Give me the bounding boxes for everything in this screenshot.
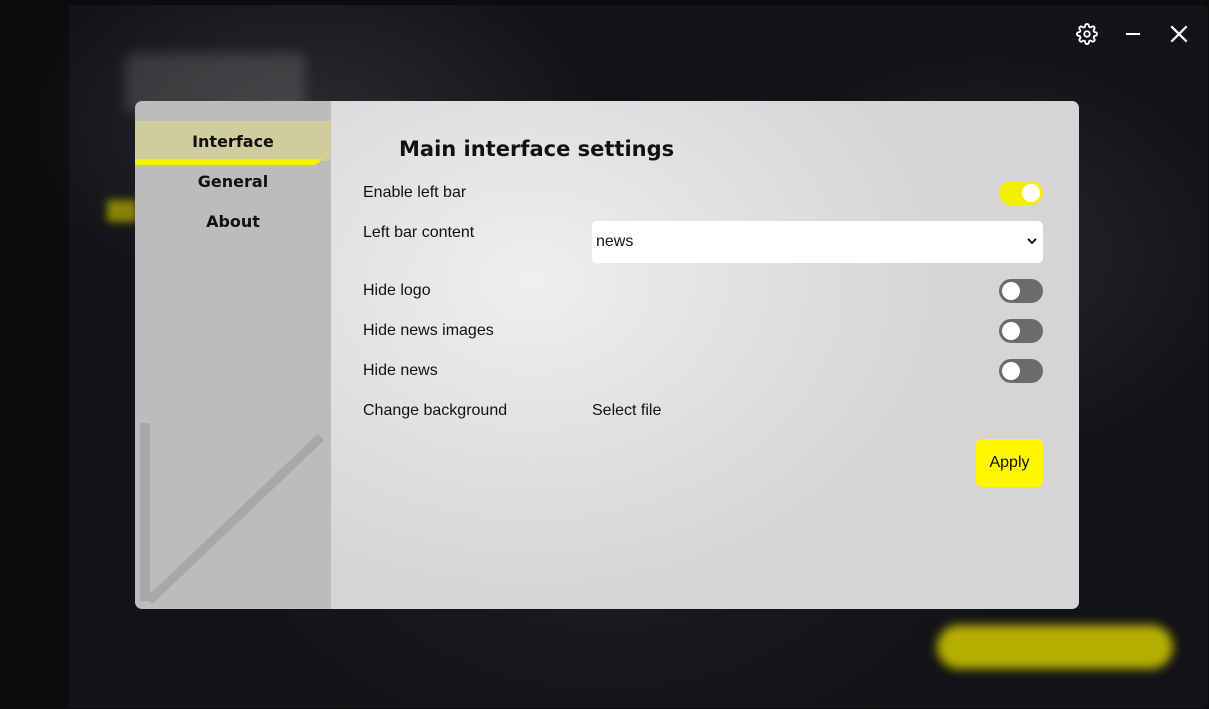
sidebar-item-label: Interface xyxy=(192,131,274,151)
sidebar-item-label: General xyxy=(197,171,269,191)
settings-button[interactable] xyxy=(1072,19,1102,49)
sidebar-item-general[interactable]: General xyxy=(135,161,331,201)
settings-content: Main interface settings Enable left bar … xyxy=(331,101,1079,609)
chevron-down-icon xyxy=(1027,238,1037,245)
gear-icon xyxy=(1076,23,1098,45)
background-accent-blur xyxy=(107,200,137,222)
close-icon xyxy=(1170,25,1188,43)
enable-left-bar-label: Enable left bar xyxy=(363,184,467,201)
page-title: Main interface settings xyxy=(399,137,675,161)
hide-news-label: Hide news xyxy=(363,362,438,379)
hide-logo-label: Hide logo xyxy=(363,282,431,299)
toggle-knob xyxy=(1002,282,1020,300)
apply-button[interactable]: Apply xyxy=(976,439,1043,487)
settings-sidebar: Interface General About xyxy=(135,101,331,609)
left-bar-content-label: Left bar content xyxy=(363,224,475,241)
enable-left-bar-toggle[interactable] xyxy=(999,181,1043,205)
select-value: news xyxy=(596,233,634,250)
toggle-knob xyxy=(1002,362,1020,380)
sidebar-item-about[interactable]: About xyxy=(135,201,331,241)
minimize-icon xyxy=(1126,33,1140,35)
hide-news-images-label: Hide news images xyxy=(363,322,494,339)
close-button[interactable] xyxy=(1164,19,1194,49)
hide-news-toggle[interactable] xyxy=(999,359,1043,383)
settings-dialog: Interface General About Main interface s… xyxy=(135,101,1079,609)
select-file-button[interactable]: Select file xyxy=(592,402,661,420)
change-background-label: Change background xyxy=(363,402,508,419)
toggle-knob xyxy=(1022,184,1040,202)
background-left-panel xyxy=(7,5,69,708)
left-bar-content-select[interactable]: news xyxy=(592,221,1043,263)
background-play-button-blur xyxy=(937,625,1173,669)
toggle-knob xyxy=(1002,322,1020,340)
sidebar-item-label: About xyxy=(206,211,260,231)
hide-news-images-toggle[interactable] xyxy=(999,319,1043,343)
hide-logo-toggle[interactable] xyxy=(999,279,1043,303)
sidebar-item-interface[interactable]: Interface xyxy=(135,121,331,165)
window-controls xyxy=(1072,19,1194,49)
minimize-button[interactable] xyxy=(1118,19,1148,49)
